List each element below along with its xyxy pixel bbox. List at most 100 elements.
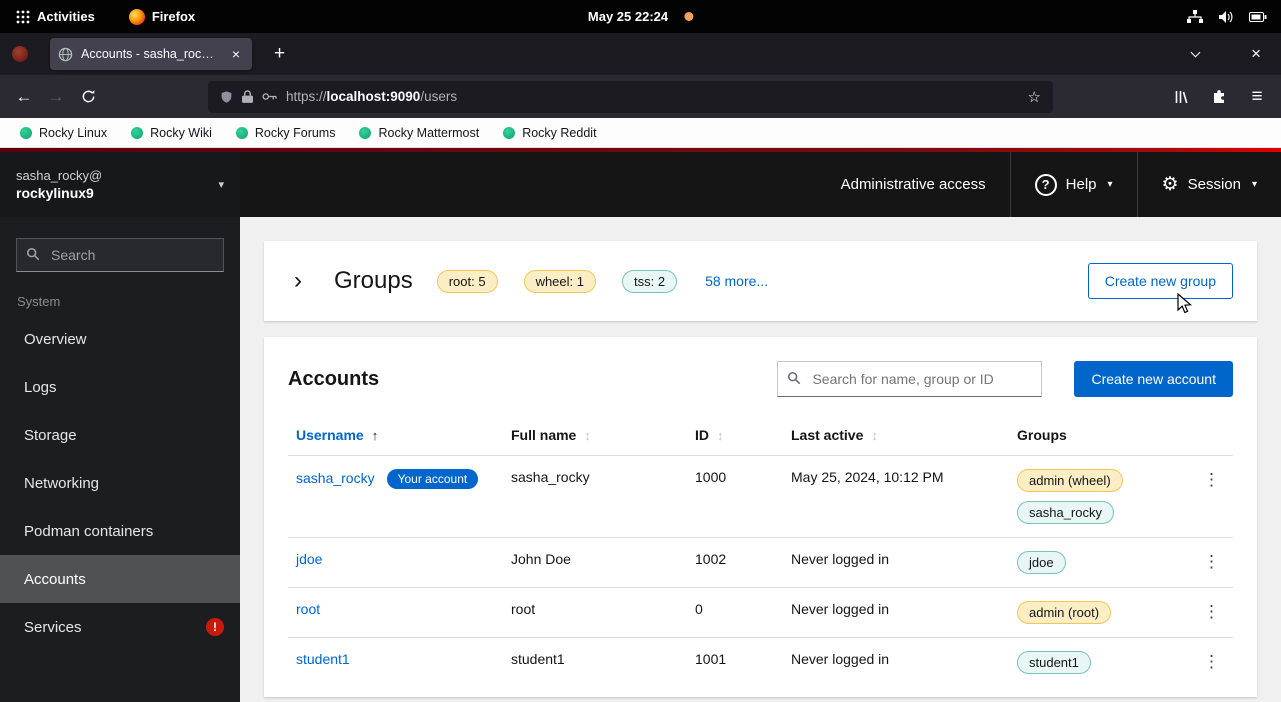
- user-menu[interactable]: sasha_rocky@ rockylinux9 ▾: [0, 152, 240, 217]
- table-row: student1student11001Never logged instude…: [288, 638, 1233, 688]
- clock-button[interactable]: May 25 22:24: [588, 9, 693, 24]
- firefox-view-icon[interactable]: [12, 46, 28, 62]
- bookmark-label: Rocky Forums: [255, 126, 336, 140]
- accounts-table: Username↑ Full name↕ ID↕ Last active↕ Gr…: [288, 415, 1233, 687]
- bookmark-label: Rocky Reddit: [522, 126, 596, 140]
- rocky-logo-icon: [359, 127, 371, 139]
- groups-cell: admin (root): [1009, 588, 1189, 638]
- bookmark-item[interactable]: Rocky Wiki: [131, 126, 212, 140]
- sidebar-item-storage[interactable]: Storage: [0, 411, 240, 459]
- page-content: › Groups root: 5wheel: 1tss: 2 58 more..…: [240, 217, 1281, 702]
- list-all-tabs-icon[interactable]: [1191, 47, 1201, 57]
- clock-text: May 25 22:24: [588, 9, 668, 24]
- url-text[interactable]: https://localhost:9090/users: [286, 89, 1019, 104]
- username-link[interactable]: student1: [296, 651, 350, 667]
- activities-button[interactable]: Activities: [10, 7, 101, 26]
- actions-cell: ⋮: [1189, 638, 1233, 688]
- battery-icon: [1249, 11, 1267, 23]
- firefox-app-label: Firefox: [152, 9, 195, 24]
- full-name-cell: sasha_rocky: [503, 456, 687, 538]
- row-actions-kebab-icon[interactable]: ⋮: [1197, 469, 1226, 490]
- your-account-badge: Your account: [387, 469, 479, 489]
- system-tray[interactable]: [1187, 10, 1271, 24]
- chevron-down-icon: ▾: [1252, 179, 1257, 190]
- sidebar-item-overview[interactable]: Overview: [0, 315, 240, 363]
- sort-by-id-button[interactable]: ID↕: [695, 427, 724, 443]
- groups-expand-chevron-icon[interactable]: ›: [288, 269, 308, 293]
- group-badges-stack: admin (wheel)sasha_rocky: [1017, 469, 1123, 524]
- session-menu[interactable]: ⚙ Session ▾: [1137, 152, 1281, 217]
- id-cell: 1002: [687, 538, 783, 588]
- bookmark-item[interactable]: Rocky Forums: [236, 126, 336, 140]
- bookmark-item[interactable]: Rocky Mattermost: [359, 126, 479, 140]
- rocky-logo-icon: [236, 127, 248, 139]
- bookmark-label: Rocky Wiki: [150, 126, 212, 140]
- sidebar-search: [16, 238, 224, 272]
- rocky-logo-icon: [131, 127, 143, 139]
- last-active-cell: Never logged in: [783, 638, 1009, 688]
- sidebar-item-services[interactable]: Services!: [0, 603, 240, 651]
- url-path: /users: [420, 89, 457, 104]
- groups-more-link[interactable]: 58 more...: [705, 273, 768, 289]
- table-row: sasha_rockyYour accountsasha_rocky1000Ma…: [288, 456, 1233, 538]
- row-actions-kebab-icon[interactable]: ⋮: [1197, 601, 1226, 622]
- create-new-group-button[interactable]: Create new group: [1088, 263, 1233, 299]
- last-active-cell: Never logged in: [783, 538, 1009, 588]
- bookmark-star-icon[interactable]: ☆: [1028, 88, 1041, 106]
- sidebar-item-logs[interactable]: Logs: [0, 363, 240, 411]
- cockpit-app: sasha_rocky@ rockylinux9 ▾ System Overvi…: [0, 152, 1281, 702]
- chevron-down-icon: ▾: [1108, 179, 1113, 190]
- row-actions-kebab-icon[interactable]: ⋮: [1197, 651, 1226, 672]
- browser-tab[interactable]: Accounts - sasha_rocky@ ×: [50, 38, 252, 70]
- sidebar-item-podman-containers[interactable]: Podman containers: [0, 507, 240, 555]
- groups-badges: root: 5wheel: 1tss: 2: [437, 270, 677, 293]
- extensions-icon[interactable]: [1203, 81, 1235, 113]
- reload-button[interactable]: [72, 81, 104, 113]
- sort-icon: ↕: [584, 428, 591, 443]
- administrative-access-button[interactable]: Administrative access: [817, 152, 1010, 217]
- back-button[interactable]: ←: [8, 81, 40, 113]
- new-tab-button[interactable]: +: [266, 43, 293, 65]
- hamburger-menu-icon[interactable]: ≡: [1241, 81, 1273, 113]
- group-badge: admin (root): [1017, 601, 1111, 624]
- sort-by-full-name-button[interactable]: Full name↕: [511, 427, 591, 443]
- username-cell: jdoe: [288, 538, 503, 588]
- username-link[interactable]: jdoe: [296, 551, 322, 567]
- accounts-search-input[interactable]: [777, 361, 1042, 397]
- lock-icon[interactable]: [242, 90, 253, 103]
- window-close-icon[interactable]: ×: [1251, 44, 1261, 64]
- network-icon: [1187, 10, 1203, 24]
- row-actions-kebab-icon[interactable]: ⋮: [1197, 551, 1226, 572]
- actions-column-header: [1189, 415, 1233, 456]
- sidebar-item-networking[interactable]: Networking: [0, 459, 240, 507]
- sort-by-last-active-button[interactable]: Last active↕: [791, 427, 878, 443]
- group-count-badge: wheel: 1: [524, 270, 596, 293]
- groups-title: Groups: [334, 267, 413, 295]
- sidebar-item-accounts[interactable]: Accounts: [0, 555, 240, 603]
- key-icon[interactable]: [262, 92, 277, 101]
- sidebar-search-input[interactable]: [16, 238, 224, 272]
- tab-close-icon[interactable]: ×: [228, 45, 244, 63]
- username-link[interactable]: root: [296, 601, 320, 617]
- forward-button[interactable]: →: [40, 81, 72, 113]
- bookmark-item[interactable]: Rocky Linux: [20, 126, 107, 140]
- id-cell: 1001: [687, 638, 783, 688]
- firefox-tab-bar: Accounts - sasha_rocky@ × + ×: [0, 33, 1281, 75]
- full-name-cell: John Doe: [503, 538, 687, 588]
- group-badge: jdoe: [1017, 551, 1066, 574]
- create-new-account-button[interactable]: Create new account: [1074, 361, 1233, 397]
- last-active-cell: May 25, 2024, 10:12 PM: [783, 456, 1009, 538]
- url-bar[interactable]: https://localhost:9090/users ☆: [208, 81, 1053, 113]
- group-count-badge: root: 5: [437, 270, 498, 293]
- id-cell: 0: [687, 588, 783, 638]
- firefox-app-menu[interactable]: Firefox: [123, 7, 201, 27]
- masthead: Administrative access ? Help ▾ ⚙ Session…: [240, 152, 1281, 217]
- username-link[interactable]: sasha_rocky: [296, 470, 375, 486]
- full-name-cell: student1: [503, 638, 687, 688]
- tracking-shield-icon[interactable]: [220, 90, 233, 104]
- help-menu[interactable]: ? Help ▾: [1010, 152, 1137, 217]
- sort-by-username-button[interactable]: Username↑: [296, 427, 378, 443]
- group-badge: sasha_rocky: [1017, 501, 1114, 524]
- library-icon[interactable]: [1165, 81, 1197, 113]
- bookmark-item[interactable]: Rocky Reddit: [503, 126, 596, 140]
